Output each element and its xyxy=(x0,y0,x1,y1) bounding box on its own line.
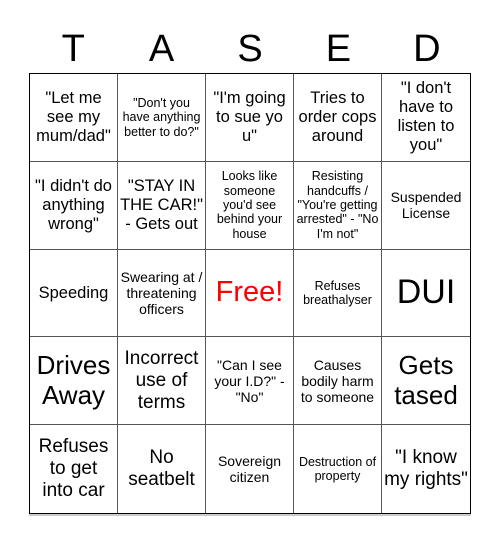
bingo-cell[interactable]: "Let me see my mum/dad" xyxy=(30,74,118,162)
cell-text: Tries to order cops around xyxy=(298,88,377,145)
cell-text: DUI xyxy=(396,273,456,312)
bingo-cell[interactable]: Gets tased xyxy=(382,337,470,426)
bingo-cell[interactable]: Drives Away xyxy=(30,337,118,426)
header-letter-s: S xyxy=(237,28,263,70)
bingo-cell[interactable]: Looks like someone you'd see behind your… xyxy=(206,161,294,250)
cell-text: Swearing at / threatening officers xyxy=(120,268,203,318)
cell-text: "STAY IN THE CAR!" - Gets out xyxy=(120,176,203,233)
free-space[interactable]: Free! xyxy=(206,249,294,338)
cell-text: Resisting handcuffs / "You're getting ar… xyxy=(296,169,379,241)
free-space-text: Free! xyxy=(215,276,284,309)
cell-text: Sovereign citizen xyxy=(217,453,282,486)
bingo-cell[interactable]: "I know my rights" xyxy=(382,425,470,513)
cell-text: Drives Away xyxy=(36,349,111,410)
bingo-cell[interactable]: "I'm going to sue yo u" xyxy=(206,74,294,162)
cell-text: "Don't you have anything better to do?" xyxy=(122,95,201,139)
bingo-cell[interactable]: Resisting handcuffs / "You're getting ar… xyxy=(294,161,382,250)
bingo-cell[interactable]: Refuses to get into car xyxy=(30,425,118,513)
cell-text: Gets tased xyxy=(394,349,458,410)
bingo-cell[interactable]: "I didn't do anything wrong" xyxy=(30,161,118,250)
header-letter-t: T xyxy=(61,28,85,70)
cell-text: Speeding xyxy=(38,283,109,302)
bingo-cell[interactable]: Incorrect use of terms xyxy=(118,337,206,426)
bingo-cell[interactable]: Swearing at / threatening officers xyxy=(118,249,206,338)
bingo-cell[interactable]: No seatbelt xyxy=(118,425,206,513)
bingo-cell[interactable]: "Don't you have anything better to do?" xyxy=(118,74,206,162)
bingo-cell[interactable]: "STAY IN THE CAR!" - Gets out xyxy=(118,161,206,250)
bingo-cell[interactable]: Causes bodily harm to someone xyxy=(294,337,382,426)
cell-text: Suspended License xyxy=(390,189,462,222)
cell-text: Incorrect use of terms xyxy=(124,348,199,413)
bingo-cell[interactable]: Suspended License xyxy=(382,162,470,250)
grid-bottom-shadow xyxy=(29,514,471,516)
cell-text: "I know my rights" xyxy=(384,447,468,491)
bingo-cell[interactable]: "Can I see your I.D?" - "No" xyxy=(206,337,294,426)
bingo-cell[interactable]: Tries to order cops around xyxy=(294,74,382,162)
cell-text: Refuses to get into car xyxy=(38,436,109,502)
bingo-grid: "Let me see my mum/dad" "Don't you have … xyxy=(29,73,471,514)
bingo-header: T A S E D xyxy=(29,26,471,73)
header-letter-d: D xyxy=(413,28,441,70)
header-letter-e: E xyxy=(325,28,352,70)
cell-text: "I didn't do anything wrong" xyxy=(35,176,112,233)
cell-text: "Let me see my mum/dad" xyxy=(36,88,111,145)
cell-text: "I don't have to listen to you" xyxy=(397,79,455,155)
cell-text: Destruction of property xyxy=(298,454,377,484)
cell-text: "I'm going to sue yo u" xyxy=(213,88,286,145)
bingo-cell[interactable]: Refuses breathalyser xyxy=(294,249,382,338)
cell-text: "Can I see your I.D?" - "No" xyxy=(214,356,285,405)
header-letter-a: A xyxy=(148,28,175,70)
bingo-cell[interactable]: Destruction of property xyxy=(294,425,382,513)
bingo-cell[interactable]: Speeding xyxy=(30,249,118,338)
bingo-cell[interactable]: DUI xyxy=(382,250,470,338)
bingo-cell[interactable]: "I don't have to listen to you" xyxy=(382,74,470,162)
cell-text: Looks like someone you'd see behind your… xyxy=(216,169,283,241)
bingo-cell[interactable]: Sovereign citizen xyxy=(206,425,294,513)
cell-text: Refuses breathalyser xyxy=(303,278,372,307)
cell-text: No seatbelt xyxy=(128,447,195,491)
cell-text: Causes bodily harm to someone xyxy=(300,356,375,405)
